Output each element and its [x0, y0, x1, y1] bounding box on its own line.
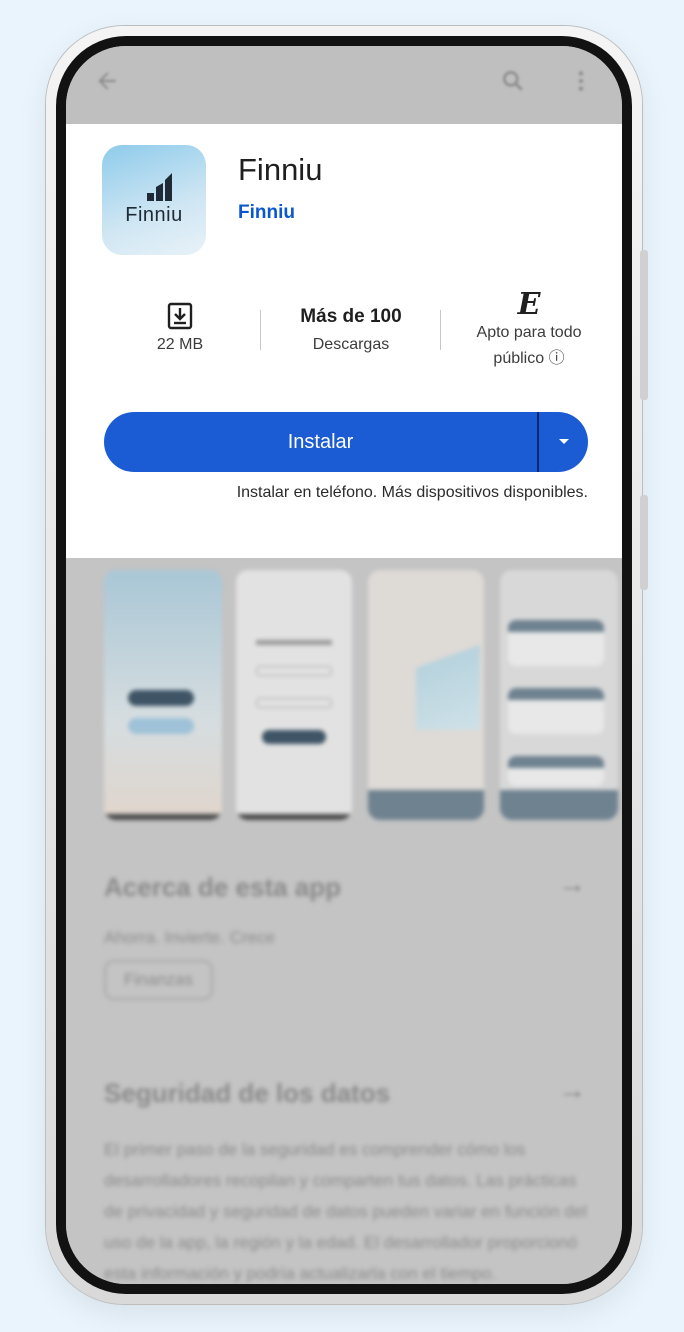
search-icon[interactable] — [500, 68, 526, 101]
about-tagline: Ahorra. Invierte. Crece — [104, 928, 276, 947]
category-chip[interactable]: Finanzas — [104, 960, 213, 1000]
install-note: Instalar en teléfono. Más dispositivos d… — [236, 484, 588, 501]
install-options-button[interactable] — [539, 412, 588, 472]
developer-link[interactable]: Finniu — [238, 202, 295, 224]
stat-divider — [440, 310, 441, 350]
app-title: Finniu — [238, 152, 323, 187]
download-icon — [132, 302, 228, 332]
more-vert-icon[interactable] — [568, 68, 594, 101]
app-icon-label: Finniu — [125, 204, 183, 226]
rating-line-2: público ⓘ — [493, 350, 565, 367]
about-section-title[interactable]: Acerca de esta app — [104, 872, 341, 903]
downloads-label: Descargas — [312, 336, 390, 353]
data-safety-title[interactable]: Seguridad de los datos — [104, 1078, 390, 1109]
finniu-logo-icon — [147, 173, 172, 201]
esrb-e-badge: E — [517, 287, 541, 322]
size-stat: 22 MB — [132, 302, 228, 354]
arrow-forward-icon[interactable]: → — [558, 1074, 586, 1106]
downloads-value: Más de 100 — [300, 306, 402, 327]
phone-volume-button — [640, 250, 648, 400]
install-button[interactable]: Instalar — [104, 412, 537, 472]
app-icon[interactable]: Finniu — [102, 145, 206, 255]
screenshot-thumb[interactable] — [104, 570, 222, 820]
arrow-back-icon[interactable] — [94, 68, 120, 101]
stat-divider — [260, 310, 261, 350]
downloads-stat: Más de 100 Descargas — [280, 306, 422, 354]
data-safety-body: El primer paso de la seguridad es compre… — [104, 1140, 587, 1283]
install-button-group: Instalar — [104, 412, 588, 472]
screenshot-thumb[interactable] — [500, 570, 618, 820]
top-app-bar — [66, 46, 622, 124]
screenshot-carousel — [104, 570, 622, 822]
arrow-forward-icon[interactable]: → — [558, 868, 586, 900]
phone-power-button — [640, 495, 648, 590]
install-card: Finniu Finniu Finniu 22 MB Más de 100 De… — [66, 124, 622, 558]
app-size: 22 MB — [156, 336, 204, 353]
screenshot-thumb[interactable] — [236, 570, 352, 820]
dimmed-content: Acerca de esta app → Ahorra. Invierte. C… — [66, 558, 622, 1284]
rating-line-1: Apto para todo — [476, 324, 582, 341]
content-rating-stat[interactable]: E Apto para todo público ⓘ — [464, 288, 594, 368]
screenshot-thumb[interactable] — [368, 570, 484, 820]
caret-down-icon — [558, 439, 569, 444]
phone-screen: Finniu Finniu Finniu 22 MB Más de 100 De… — [66, 46, 622, 1284]
